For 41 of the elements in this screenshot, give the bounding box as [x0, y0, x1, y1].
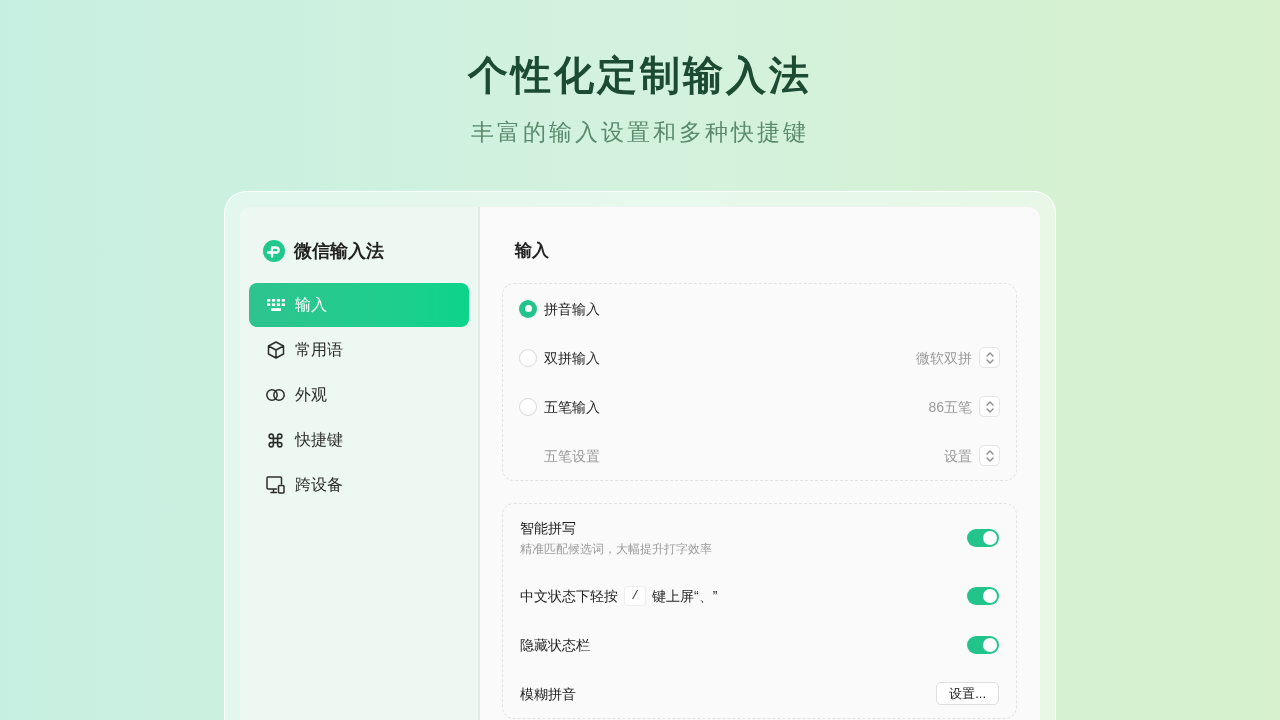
chevron-up-down-icon: [984, 399, 995, 414]
chevron-up-down-icon: [984, 350, 995, 365]
chevron-up-down-icon: [984, 448, 995, 463]
setting-description: 精准匹配候选词，大幅提升打字效率: [520, 541, 712, 557]
devices-icon: [266, 476, 285, 494]
option-label: 双拼输入: [544, 348, 600, 368]
command-icon: [267, 431, 284, 449]
setting-label: 键上屏“、”: [652, 586, 718, 606]
stepper-button[interactable]: [979, 396, 1000, 417]
section-title: 输入: [513, 240, 550, 262]
select-value: 微软双拼: [916, 348, 972, 368]
select-value: 设置: [944, 446, 972, 466]
settings-button[interactable]: 设置...: [936, 682, 999, 705]
key-cap: /: [624, 585, 646, 606]
option-label: 五笔设置: [544, 446, 600, 466]
nav-item[interactable]: 跨设备: [249, 463, 469, 507]
radio-button[interactable]: [519, 299, 537, 318]
toggle-switch[interactable]: [967, 635, 999, 654]
setting-label: 中文状态下轻按: [520, 586, 618, 606]
option-label: 五笔输入: [544, 397, 600, 417]
select-value: 86五笔: [928, 397, 972, 417]
toggle-switch[interactable]: [967, 586, 999, 605]
logo-icon: [263, 240, 285, 262]
nav-item[interactable]: 常用语: [249, 328, 469, 372]
radio-button[interactable]: [519, 348, 537, 367]
rings-icon: [266, 389, 285, 401]
keyboard-icon: [266, 298, 285, 312]
option-label: 拼音输入: [544, 299, 600, 319]
nav-item[interactable]: 外观: [249, 373, 469, 417]
radio-button[interactable]: [519, 397, 537, 416]
app-name: 微信输入法: [294, 240, 384, 263]
hero-subtitle: 丰富的输入设置和多种快捷键: [471, 118, 809, 147]
hero-title: 个性化定制输入法: [468, 52, 812, 99]
setting-label: 智能拼写: [520, 519, 576, 538]
nav-item[interactable]: 快捷键: [249, 418, 469, 462]
stepper-button[interactable]: [979, 347, 1000, 368]
setting-label: 隐藏状态栏: [520, 635, 590, 655]
setting-label: 模糊拼音: [520, 684, 576, 704]
stepper-button[interactable]: [979, 445, 1000, 466]
toggle-switch[interactable]: [967, 528, 999, 547]
cube-icon: [266, 341, 285, 359]
